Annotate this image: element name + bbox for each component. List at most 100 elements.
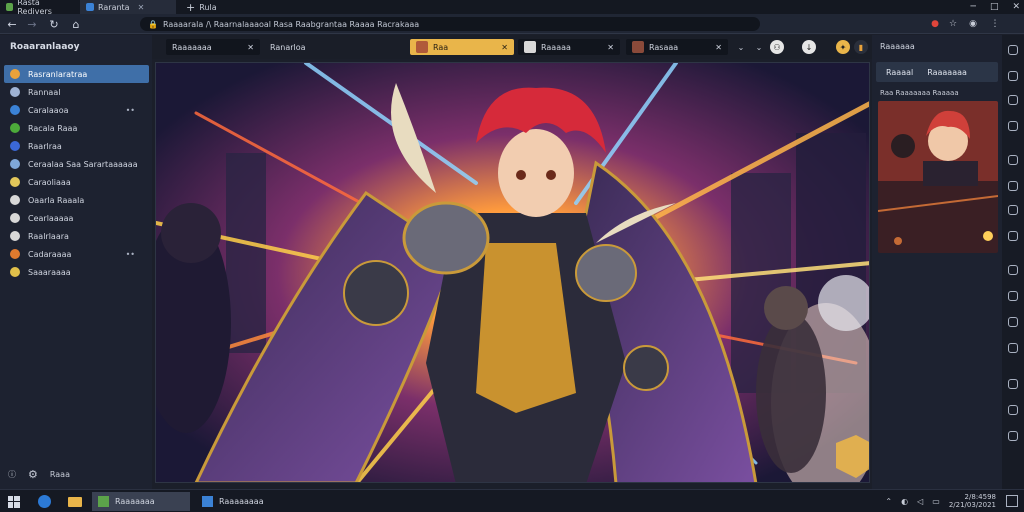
notification-center-icon[interactable] (1006, 495, 1018, 507)
extension-icon[interactable]: ● (928, 17, 942, 31)
rail-icon[interactable] (1008, 121, 1018, 131)
new-tab-button[interactable]: + Rula (180, 0, 240, 14)
sidebar-item-label: Rasranlaratraa (28, 69, 88, 79)
sidebar-item[interactable]: Raarlraa (4, 137, 149, 155)
rail-icon[interactable] (1008, 317, 1018, 327)
rail-icon[interactable] (1008, 231, 1018, 241)
rail-icon[interactable] (1008, 71, 1018, 81)
content-tab-highlighted[interactable]: Raa ✕ (410, 39, 514, 55)
sidebar-item[interactable]: Raalrlaara (4, 227, 149, 245)
sidebar-item[interactable]: Racala Raaa (4, 119, 149, 137)
sidebar-item[interactable]: Saaaraaaa (4, 263, 149, 281)
content-tab[interactable]: Raaaaa ✕ (518, 39, 620, 55)
tab-label: Rula (199, 2, 217, 12)
sidebar-item[interactable]: Cearlaaaaa (4, 209, 149, 227)
sidebar-item[interactable]: Oaarla Raaala (4, 191, 149, 209)
clock[interactable]: 2/8:4598 2/21/03/2021 (949, 493, 996, 509)
window-controls: ─ □ ✕ (971, 0, 1020, 14)
maximize-icon[interactable]: □ (990, 2, 999, 12)
rail-icon[interactable] (1008, 181, 1018, 191)
address-bar[interactable]: 🔒 Raaaarala /\ Raarnalaaaoal Rasa Raabgr… (140, 17, 760, 31)
rail-icon[interactable] (1008, 95, 1018, 105)
sidebar-item[interactable]: Rannaal (4, 83, 149, 101)
rail-icon[interactable] (1008, 405, 1018, 415)
sidebar-item-label: Saaaraaaa (28, 267, 71, 277)
close-window-icon[interactable]: ✕ (1012, 2, 1020, 12)
tab-thumbnail-icon (632, 41, 644, 53)
more-options-icon[interactable]: •• (126, 106, 135, 115)
browser-taskbar-icon[interactable] (32, 492, 57, 511)
folder-icon (68, 496, 82, 507)
close-icon[interactable]: ✕ (247, 43, 254, 52)
preview-thumbnail[interactable] (878, 101, 998, 253)
panel-tab[interactable]: Raaaaaaa (927, 68, 967, 77)
download-icon[interactable]: ↓ (802, 40, 816, 54)
menu-icon[interactable]: ⋮ (988, 17, 1002, 31)
sidebar-item-icon (10, 195, 20, 205)
hero-artwork (155, 62, 870, 483)
browser-tab-active[interactable]: Raranta ✕ (80, 0, 176, 14)
rail-icon[interactable] (1008, 291, 1018, 301)
close-icon[interactable]: ✕ (715, 43, 722, 52)
back-arrow-icon[interactable]: ← (4, 16, 20, 32)
rail-icon[interactable] (1008, 379, 1018, 389)
sidebar-item-label: Rannaal (28, 87, 61, 97)
content-tab[interactable]: Rasaaa ✕ (626, 39, 728, 55)
minimize-icon[interactable]: ─ (971, 2, 976, 12)
notification-icon[interactable]: ▮ (854, 40, 868, 54)
close-icon[interactable]: ✕ (501, 43, 508, 52)
sidebar-item-label: Oaarla Raaala (28, 195, 85, 205)
forward-arrow-icon[interactable]: → (24, 16, 40, 32)
system-tray: ⌃ ◐ ◁ ▭ 2/8:4598 2/21/03/2021 (885, 493, 996, 509)
sidebar-item[interactable]: Cadaraaaa •• (4, 245, 149, 263)
sidebar-item-icon (10, 213, 20, 223)
rail-icon[interactable] (1008, 431, 1018, 441)
file-explorer-icon[interactable] (62, 492, 88, 511)
tab-label: Raaaaa (541, 42, 571, 52)
clock-date: 2/21/03/2021 (948, 501, 996, 509)
bookmark-icon[interactable]: ☆ (946, 17, 960, 31)
rail-icon[interactable] (1008, 155, 1018, 165)
sidebar-item-icon (10, 267, 20, 277)
browser-tab[interactable]: Rasta Redivers (0, 0, 78, 16)
content-tab[interactable]: Raaaaaaa ✕ (166, 39, 260, 55)
lock-icon: 🔒 (148, 19, 158, 29)
start-windows-icon[interactable] (2, 492, 26, 511)
home-icon[interactable]: ⌂ (68, 16, 84, 32)
taskbar-window[interactable]: Raaaaaaaa (196, 492, 292, 511)
chevron-down-icon[interactable]: ⌄ (752, 40, 766, 54)
sidebar-item-icon (10, 69, 20, 79)
speaker-icon[interactable]: ◁ (917, 497, 923, 506)
chevron-down-icon[interactable]: ⌄ (734, 40, 748, 54)
clock-time: 2/8:4598 (964, 493, 996, 501)
taskbar-window[interactable]: Raaaaaaa (92, 492, 190, 511)
sidebar-item[interactable]: Rasranlaratraa (4, 65, 149, 83)
panel-tab[interactable]: Raaaal (886, 68, 913, 77)
content-tab[interactable]: Ranarloa (264, 39, 314, 55)
sidebar-item[interactable]: Caraoliaaa (4, 173, 149, 191)
close-icon[interactable]: ✕ (607, 43, 614, 52)
reload-icon[interactable]: ↻ (46, 16, 62, 32)
sidebar-item[interactable]: Caralaaoa •• (4, 101, 149, 119)
sidebar-item-icon (10, 123, 20, 133)
tab-favicon-icon (6, 3, 14, 11)
account-icon[interactable]: ⚇ (770, 40, 784, 54)
sidebar-item[interactable]: Ceraalaa Saa Sarartaaaaaa (4, 155, 149, 173)
sidebar-item-label: Cadaraaaa (28, 249, 72, 259)
settings-gear-icon[interactable]: ⚙ (28, 468, 38, 481)
more-options-icon[interactable]: •• (126, 250, 135, 259)
tab-thumbnail-icon (416, 41, 428, 53)
sidebar-item-label: Cearlaaaaa (28, 213, 74, 223)
close-tab-icon[interactable]: ✕ (138, 3, 145, 12)
achievement-icon[interactable]: ✦ (836, 40, 850, 54)
rail-icon[interactable] (1008, 205, 1018, 215)
profile-icon[interactable]: ◉ (966, 17, 980, 31)
battery-icon[interactable]: ▭ (932, 497, 940, 506)
rail-icon[interactable] (1008, 343, 1018, 353)
panel-title: Raaaaaa (880, 42, 915, 51)
rail-icon[interactable] (1008, 265, 1018, 275)
chevron-up-icon[interactable]: ⌃ (885, 497, 892, 506)
rail-icon[interactable] (1008, 45, 1018, 55)
network-icon[interactable]: ◐ (901, 497, 908, 506)
info-icon[interactable]: ⓘ (8, 469, 16, 480)
